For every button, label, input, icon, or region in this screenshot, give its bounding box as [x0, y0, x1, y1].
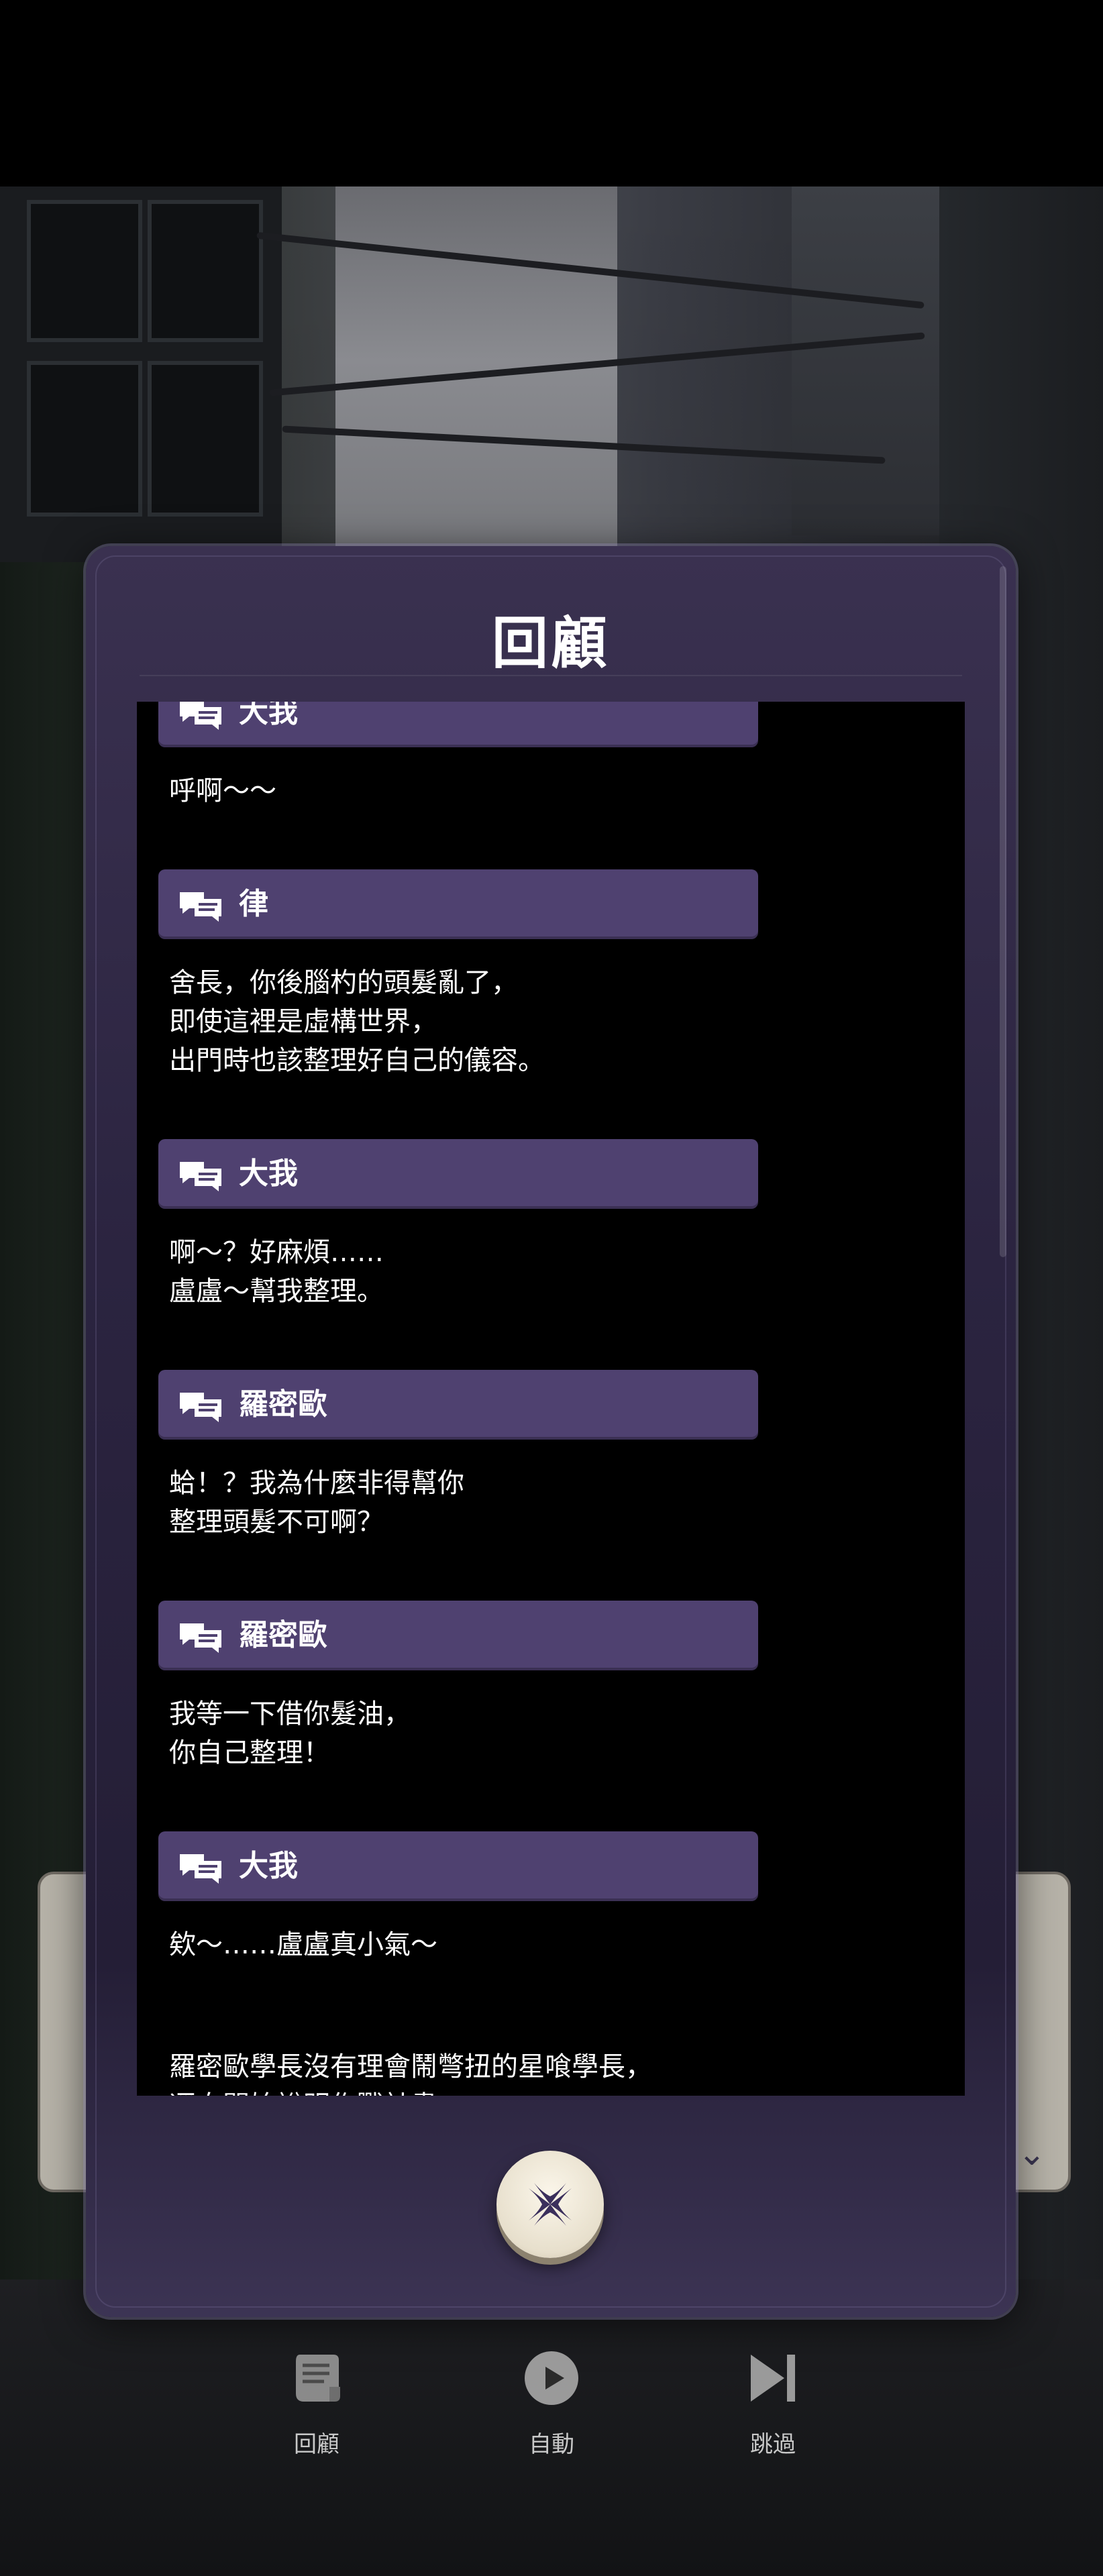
dialogue-line: 舍長，你後腦杓的頭髮亂了，	[169, 967, 518, 998]
dialogue-line: 出門時也該整理好自己的儀容。	[169, 1045, 545, 1076]
dialogue-line: 欸～……盧盧真小氣～	[169, 1929, 437, 1960]
building-left-edge	[0, 562, 94, 2575]
speaker-name: 律	[239, 887, 268, 921]
skip-label: 跳過	[750, 2431, 796, 2458]
backlog-list[interactable]: 大我 呼啊～～律舍長，你後腦杓的頭髮亂了， 即使這裡是虛構世界， 出門時也該整理好自己…	[137, 702, 965, 2096]
dialogue-text: 欸～……盧盧真小氣～	[169, 1901, 965, 1964]
chat-bubbles-icon	[177, 1851, 224, 1885]
log-entry: 羅密歐蛤！？我為什麼非得幫你 整理頭髮不可啊？	[137, 1370, 965, 1542]
dialogue-text: 舍長，你後腦杓的頭髮亂了， 即使這裡是虛構世界， 出門時也該整理好自己的儀容。	[169, 939, 965, 1080]
auto-label: 自動	[529, 2431, 574, 2458]
log-entry: 大我啊～？好麻煩…… 盧盧～幫我整理。	[137, 1139, 965, 1311]
speaker-bar: 大我	[158, 1139, 758, 1209]
chat-bubbles-icon	[177, 1159, 224, 1193]
chat-bubbles-icon	[177, 890, 224, 923]
dialogue-line: 你自己整理！	[169, 1737, 330, 1768]
speaker-bar: 羅密歐	[158, 1601, 758, 1670]
dialogue-line: 即使這裡是虛構世界，	[169, 1006, 437, 1037]
log-entry: 大我呼啊～～	[137, 702, 965, 810]
close-button[interactable]	[496, 2151, 604, 2258]
dialogue-line: 啊～？好麻煩……	[169, 1237, 384, 1268]
dialogue-line: 羅密歐學長沒有理會鬧彆扭的星喰學長，	[169, 2051, 652, 2082]
chat-bubbles-icon	[177, 702, 224, 731]
sparkle-x-icon	[529, 2183, 572, 2226]
chevron-down-icon: ⌄	[1018, 2134, 1046, 2173]
skip-button[interactable]: 跳過	[706, 2348, 840, 2459]
scroll-icon	[286, 2348, 347, 2408]
backlog-content: 大我 呼啊～～律舍長，你後腦杓的頭髮亂了， 即使這裡是虛構世界， 出門時也該整理好自己…	[137, 702, 965, 2096]
dialogue-line: 逕自開始說明作戰計畫。	[169, 2086, 965, 2096]
log-entry: 羅密歐學長沒有理會鬧彆扭的星喰學長， 逕自開始說明作戰計畫。	[137, 2023, 965, 2096]
dialog-title: 回顧	[491, 610, 610, 676]
chat-bubbles-icon	[177, 1390, 224, 1424]
speaker-name: 大我	[239, 1849, 298, 1883]
dialogue-text: 啊～？好麻煩…… 盧盧～幫我整理。	[169, 1209, 965, 1311]
review-label: 回顧	[294, 2431, 339, 2458]
log-entry: 律舍長，你後腦杓的頭髮亂了， 即使這裡是虛構世界， 出門時也該整理好自己的儀容。	[137, 869, 965, 1080]
speaker-bar: 大我	[158, 1831, 758, 1901]
dialogue-line: 整理頭髮不可啊？	[169, 1507, 384, 1538]
review-button[interactable]: 回顧	[250, 2348, 384, 2459]
speaker-name: 羅密歐	[239, 1387, 327, 1421]
dialogue-line: 盧盧～幫我整理。	[169, 1276, 384, 1307]
dialogue-line: 我等一下借你髮油，	[169, 1699, 411, 1729]
skip-icon	[743, 2348, 803, 2408]
dialogue-text: 羅密歐學長沒有理會鬧彆扭的星喰學長， 逕自開始說明作戰計畫。	[169, 2023, 965, 2096]
speaker-bar: 律	[158, 869, 758, 939]
dialogue-text: 蛤！？我為什麼非得幫你 整理頭髮不可啊？	[169, 1440, 965, 1542]
dialogue-line: 蛤！？我為什麼非得幫你	[169, 1468, 464, 1499]
speaker-name: 大我	[239, 1157, 298, 1191]
log-entry: 大我欸～……盧盧真小氣～	[137, 1831, 965, 1964]
log-entry: 羅密歐我等一下借你髮油， 你自己整理！	[137, 1601, 965, 1772]
dialogue-line: 呼啊～～	[169, 775, 276, 806]
building-left	[0, 186, 282, 562]
title-divider	[140, 675, 962, 676]
scrollbar[interactable]	[1000, 566, 1006, 1257]
speaker-name: 羅密歐	[239, 1618, 327, 1652]
top-black-bar	[0, 0, 1103, 186]
speaker-name: 大我	[239, 702, 298, 729]
auto-button[interactable]: 自動	[484, 2348, 619, 2459]
dialogue-text: 我等一下借你髮油， 你自己整理！	[169, 1670, 965, 1772]
speaker-bar: 羅密歐	[158, 1370, 758, 1440]
bottom-controls: 回顧 自動 跳過	[0, 2348, 1103, 2496]
chat-bubbles-icon	[177, 1621, 224, 1654]
speaker-bar: 大我	[158, 702, 758, 747]
play-icon	[521, 2348, 582, 2408]
dialogue-text: 呼啊～～	[169, 747, 965, 810]
